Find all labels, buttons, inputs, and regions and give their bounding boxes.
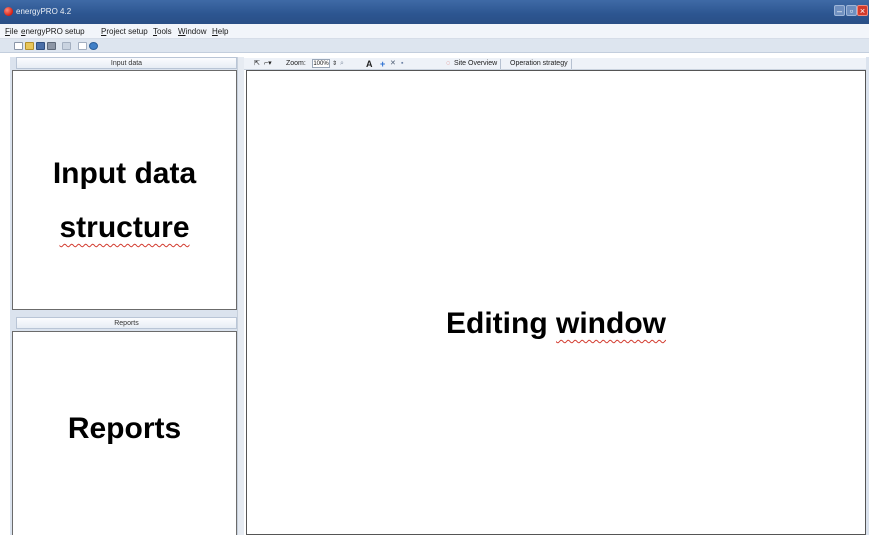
- structure-label-wrap: structure: [13, 208, 236, 248]
- text-tool-button[interactable]: A: [366, 58, 373, 70]
- editing-window-label: Editing window: [247, 304, 865, 344]
- open-folder-icon[interactable]: [25, 42, 34, 50]
- pointer-icon[interactable]: ⇱: [254, 58, 260, 70]
- reports-pane[interactable]: Reports: [12, 331, 237, 535]
- zoom-label: Zoom:: [286, 60, 306, 67]
- zoom-value-field[interactable]: 100%: [312, 59, 330, 68]
- menu-project-setup[interactable]: Project setup: [101, 27, 148, 37]
- close-button[interactable]: ×: [857, 5, 868, 16]
- save-small-icon[interactable]: ▪: [401, 58, 403, 70]
- menu-window[interactable]: Window: [178, 27, 206, 37]
- window-word: window: [556, 307, 666, 340]
- connector-icon[interactable]: ⌐▾: [264, 58, 272, 70]
- editing-word: Editing: [446, 307, 548, 340]
- tab-site-overview[interactable]: Site Overview: [451, 59, 502, 69]
- input-data-structure-pane[interactable]: Input data structure: [12, 70, 237, 310]
- app-icon[interactable]: [4, 7, 13, 16]
- copy-icon[interactable]: [78, 42, 87, 50]
- menu-file[interactable]: File: [5, 27, 18, 37]
- reports-label: Reports: [67, 412, 182, 445]
- menu-energypro-setup[interactable]: energyPRO setup: [21, 27, 85, 37]
- editing-window[interactable]: Editing window: [246, 70, 866, 535]
- site-overview-icon: ◌: [446, 60, 451, 67]
- zoom-spin-icon[interactable]: ⇕: [332, 58, 337, 70]
- reports-header[interactable]: Reports: [16, 317, 237, 329]
- zoom-glass-icon[interactable]: ⌕: [340, 58, 344, 70]
- menu-help[interactable]: Help: [212, 27, 228, 37]
- left-panel: Input data Input data structure Reports …: [10, 57, 237, 535]
- menu-tools[interactable]: Tools: [153, 27, 172, 37]
- title-bar: energyPRO 4.2 – ▫ ×: [0, 0, 869, 24]
- menu-bar: File energyPRO setup Project setup Tools…: [0, 24, 869, 39]
- panel-splitter[interactable]: [237, 57, 244, 535]
- minimize-button[interactable]: –: [834, 5, 845, 16]
- structure-label: structure: [59, 211, 190, 244]
- main-toolbar: [0, 39, 869, 53]
- print-icon[interactable]: [47, 42, 56, 50]
- add-icon[interactable]: +: [380, 58, 385, 70]
- tab-operation-strategy[interactable]: Operation strategy: [507, 59, 572, 69]
- window-title: energyPRO 4.2: [16, 7, 72, 16]
- refresh-icon[interactable]: [89, 42, 98, 50]
- delete-icon[interactable]: ✕: [390, 58, 396, 70]
- cut-icon[interactable]: [62, 42, 71, 50]
- input-data-header[interactable]: Input data: [16, 57, 237, 69]
- maximize-button[interactable]: ▫: [846, 5, 857, 16]
- editor-toolbar: ⇱ ⌐▾ Zoom: 100% ⇕ ⌕ A + ✕ ▪ ◌ Site Overv…: [244, 58, 869, 70]
- new-file-icon[interactable]: [14, 42, 23, 50]
- save-icon[interactable]: [36, 42, 45, 50]
- input-data-label: Input data: [52, 157, 197, 190]
